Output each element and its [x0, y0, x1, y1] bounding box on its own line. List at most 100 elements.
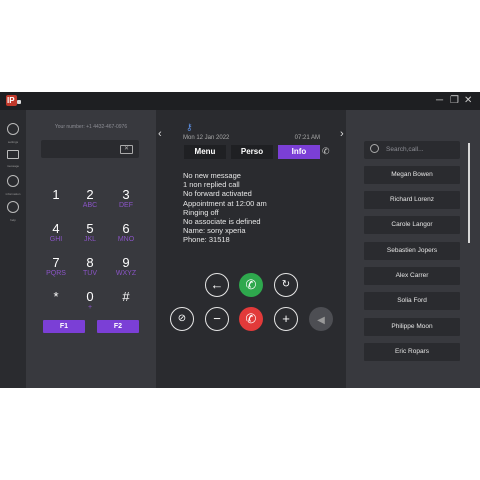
sidebar-item-label: information: [5, 192, 21, 196]
dial-key-2[interactable]: 2 ABC: [75, 188, 105, 210]
mail-icon: [7, 150, 19, 159]
back-arrow-button[interactable]: ←: [205, 273, 229, 297]
f2-button[interactable]: F2: [97, 320, 139, 333]
backspace-icon[interactable]: ✕: [120, 145, 133, 154]
search-icon: [370, 144, 379, 153]
key-icon: ⚷: [186, 122, 193, 132]
logo-text: IP: [7, 96, 15, 105]
key-digit: #: [122, 289, 130, 304]
call-log-icon[interactable]: ✆: [322, 146, 330, 157]
info-line: No new message: [183, 171, 241, 180]
dial-key-1[interactable]: 1: [41, 188, 71, 202]
dialpad-panel: Your number: +1 4432-467-0976 ✕ 1 2 ABC 3…: [26, 110, 156, 388]
arrow-left-icon: ←: [210, 277, 224, 292]
dial-key-6[interactable]: 6 MNO: [111, 222, 141, 244]
info-line: Name: sony xperia: [183, 226, 246, 236]
dial-key-9[interactable]: 9 WXYZ: [111, 256, 141, 278]
key-letters: DEF: [119, 202, 133, 209]
contact-item[interactable]: Megan Bowen: [364, 166, 460, 184]
sidebar: settings message information help: [0, 110, 26, 388]
tab-menu[interactable]: Menu: [184, 145, 226, 159]
speaker-icon: ◀: [317, 315, 325, 326]
contact-item[interactable]: Solia Ford: [364, 292, 460, 310]
key-letters: JKL: [83, 236, 97, 243]
key-letters: MNO: [117, 236, 135, 243]
time-label: 07:21 AM: [294, 135, 320, 141]
key-digit: 9: [122, 255, 130, 270]
key-letters: GHI: [49, 236, 63, 243]
dial-key-7[interactable]: 7 PQRS: [41, 256, 71, 278]
key-letters: TUV: [83, 270, 97, 277]
volume-up-button[interactable]: +: [274, 307, 298, 331]
mute-button[interactable]: ⊘: [170, 307, 194, 331]
contact-item[interactable]: Carole Langor: [364, 216, 460, 234]
mic-off-icon: ⊘: [177, 313, 187, 324]
search-placeholder: Search,call...: [386, 146, 424, 153]
info-line: No associate is defined: [183, 217, 261, 227]
number-input[interactable]: ✕: [41, 140, 139, 158]
maximize-button[interactable]: ❐: [450, 95, 459, 107]
key-letters: +: [87, 304, 93, 311]
dial-key-0[interactable]: 0 +: [75, 290, 105, 312]
redial-icon: ↻: [281, 279, 291, 290]
dial-key-4[interactable]: 4 GHI: [41, 222, 71, 244]
key-digit: 3: [122, 187, 130, 202]
minimize-button[interactable]: ─: [436, 95, 443, 107]
key-digit: 1: [52, 187, 60, 202]
key-digit: 8: [86, 255, 94, 270]
contact-item[interactable]: Alex Carrer: [364, 267, 460, 285]
key-digit: 4: [52, 221, 60, 236]
sidebar-item-help[interactable]: help: [0, 198, 26, 224]
sidebar-item-settings[interactable]: settings: [0, 120, 26, 146]
key-digit: *: [53, 289, 59, 304]
dial-key-3[interactable]: 3 DEF: [111, 188, 141, 210]
dial-key-8[interactable]: 8 TUV: [75, 256, 105, 278]
app-window: IP ─ ❐ ✕ settings message information he…: [0, 92, 480, 388]
call-button[interactable]: ✆: [239, 273, 263, 297]
info-text: No new message 1 non replied call No for…: [183, 171, 267, 245]
sidebar-item-label: message: [6, 164, 20, 168]
key-digit: 7: [52, 255, 60, 270]
dial-key-5[interactable]: 5 JKL: [75, 222, 105, 244]
sidebar-item-information[interactable]: information: [0, 172, 26, 198]
tab-info[interactable]: Info: [278, 145, 320, 159]
contacts-panel: Search,call... Megan Bowen Richard Loren…: [346, 110, 480, 388]
next-arrow-icon[interactable]: ›: [340, 128, 344, 140]
dial-key-hash[interactable]: #: [111, 290, 141, 304]
contact-item[interactable]: Richard Lorenz: [364, 191, 460, 209]
hangup-icon: ✆: [245, 311, 257, 326]
f1-button[interactable]: F1: [43, 320, 85, 333]
info-line: Ringing off: [183, 207, 219, 217]
help-icon: [7, 201, 19, 213]
contact-item[interactable]: Philippe Moon: [364, 318, 460, 336]
redial-button[interactable]: ↻: [274, 273, 298, 297]
info-line: Appointment at 12:00 am: [183, 198, 267, 208]
volume-down-button[interactable]: −: [205, 307, 229, 331]
your-number: Your number: +1 4432-467-0976: [54, 124, 128, 130]
close-button[interactable]: ✕: [464, 95, 472, 107]
key-digit: 0: [86, 289, 94, 304]
sidebar-item-label: help: [10, 218, 16, 222]
sidebar-item-message[interactable]: message: [0, 146, 26, 172]
info-line: No forward activated: [183, 189, 252, 199]
info-line: 1 non replied call: [183, 180, 240, 190]
lock-icon: [17, 100, 21, 104]
info-line: Phone: 31518: [183, 235, 230, 245]
key-letters: PQRS: [46, 270, 66, 277]
search-input[interactable]: Search,call...: [364, 141, 460, 159]
scrollbar[interactable]: [468, 143, 470, 243]
tab-perso[interactable]: Perso: [231, 145, 273, 159]
date-label: Mon 12 Jan 2022: [183, 135, 230, 141]
key-digit: 6: [122, 221, 130, 236]
info-icon: [7, 175, 19, 187]
hangup-button[interactable]: ✆: [239, 307, 263, 331]
call-panel: ‹ › ⚷ Mon 12 Jan 2022 07:21 AM Menu Pers…: [156, 110, 346, 388]
key-digit: 2: [86, 187, 94, 202]
contact-item[interactable]: Eric Ropars: [364, 343, 460, 361]
speaker-button[interactable]: ◀: [309, 307, 333, 331]
phone-icon: ✆: [245, 277, 257, 292]
contact-item[interactable]: Sebastien Jopers: [364, 242, 460, 260]
dial-key-star[interactable]: *: [41, 290, 71, 304]
prev-arrow-icon[interactable]: ‹: [158, 128, 162, 140]
key-letters: ABC: [82, 202, 98, 209]
